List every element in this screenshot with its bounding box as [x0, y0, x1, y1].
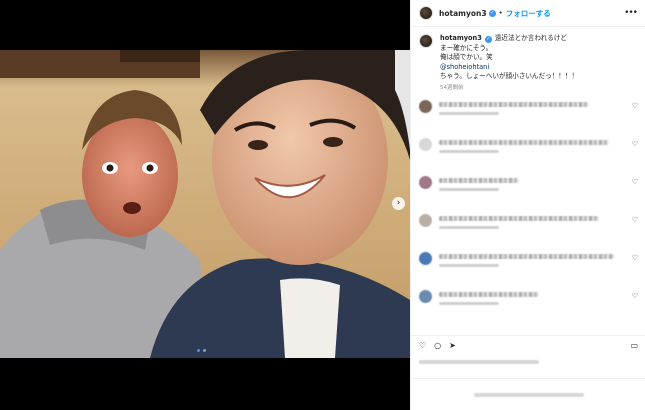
blurred-comment-text [439, 254, 614, 259]
heart-icon[interactable]: ♡ [632, 178, 638, 186]
list-item: ♡ [411, 172, 645, 210]
carousel-next-button[interactable]: › [392, 197, 405, 210]
caption-timestamp: 54週間前 [440, 84, 464, 91]
blurred-comment-meta [439, 302, 499, 305]
verified-badge-icon: ✓ [488, 9, 496, 17]
blurred-comment-text [439, 102, 589, 107]
caption: hotamyon3 ✓ 遠近法とか言われるけど まー確かにそう。 俺は顔でかい。笑 … [411, 27, 645, 94]
list-item: ♡ [411, 134, 645, 172]
commenter-avatar[interactable] [419, 100, 432, 113]
post-actions: ♡ ○ ➤ ▭ [411, 335, 645, 355]
follow-button[interactable]: フォローする [506, 8, 551, 19]
caption-username[interactable]: hotamyon3 [440, 34, 482, 42]
post-header: hotamyon3 ✓ • フォローする ••• [411, 0, 645, 27]
blurred-comment-meta [439, 264, 499, 267]
heart-icon[interactable]: ♡ [632, 102, 638, 110]
blurred-comment-meta [439, 112, 499, 115]
blurred-comment-text [439, 216, 599, 221]
caption-avatar[interactable] [419, 34, 433, 48]
caption-mention-link[interactable]: @shoheiohtani [440, 63, 578, 73]
caption-line-3: 俺は顔でかい。笑 [440, 53, 493, 62]
heart-icon[interactable]: ♡ [632, 292, 638, 300]
header-username[interactable]: hotamyon3 [439, 9, 487, 18]
blurred-comment-meta [439, 226, 499, 229]
blurred-comment-text [439, 178, 519, 183]
post-panel: hotamyon3 ✓ • フォローする ••• hotamyon3 ✓ 遠近法とか… [410, 0, 645, 410]
commenter-avatar[interactable] [419, 138, 432, 151]
share-icon[interactable]: ➤ [449, 341, 456, 350]
blurred-comment-placeholder [473, 392, 584, 397]
blurred-comment-text [439, 292, 539, 297]
carousel-dot-1 [197, 349, 200, 352]
caption-text: hotamyon3 ✓ 遠近法とか言われるけど まー確かにそう。 俺は顔でかい。笑 … [440, 34, 578, 94]
post-media: › [0, 0, 410, 410]
commenter-avatar[interactable] [419, 176, 432, 189]
list-item: ♡ [411, 210, 645, 248]
heart-icon[interactable]: ♡ [632, 216, 638, 224]
list-item: ♡ [411, 248, 645, 286]
comment-icon[interactable]: ○ [434, 341, 441, 350]
caption-line-2: まー確かにそう。 [440, 43, 493, 52]
heart-icon[interactable]: ♡ [632, 254, 638, 262]
list-item: ♡ [411, 286, 645, 324]
caption-line-5: ちゃう。しょーへいが顔小さいんだっ！！！！ [440, 72, 579, 81]
caption-line-1: 遠近法とか言われるけど [494, 34, 568, 42]
bookmark-icon[interactable]: ▭ [630, 341, 638, 350]
commenter-avatar[interactable] [419, 252, 432, 265]
commenter-avatar[interactable] [419, 290, 432, 303]
blurred-comment-meta [439, 150, 499, 153]
avatar[interactable] [419, 6, 433, 20]
carousel-dot-2 [203, 349, 206, 352]
carousel-indicator [197, 349, 206, 352]
chevron-right-icon: › [396, 198, 401, 208]
blurred-likes-count [419, 360, 539, 364]
more-options-button[interactable]: ••• [624, 8, 638, 18]
add-comment-field[interactable] [411, 378, 645, 410]
commenter-avatar[interactable] [419, 214, 432, 227]
post-photo[interactable] [0, 50, 410, 358]
blurred-comment-meta [439, 188, 499, 191]
heart-icon[interactable]: ♡ [419, 341, 426, 350]
heart-icon[interactable]: ♡ [632, 140, 638, 148]
header-separator: • [498, 9, 503, 17]
comment-list: ♡ ♡ ♡ ♡ ♡ ♡ [411, 96, 645, 324]
list-item: ♡ [411, 96, 645, 134]
blurred-comment-text [439, 140, 609, 145]
verified-badge-icon: ✓ [484, 36, 492, 43]
